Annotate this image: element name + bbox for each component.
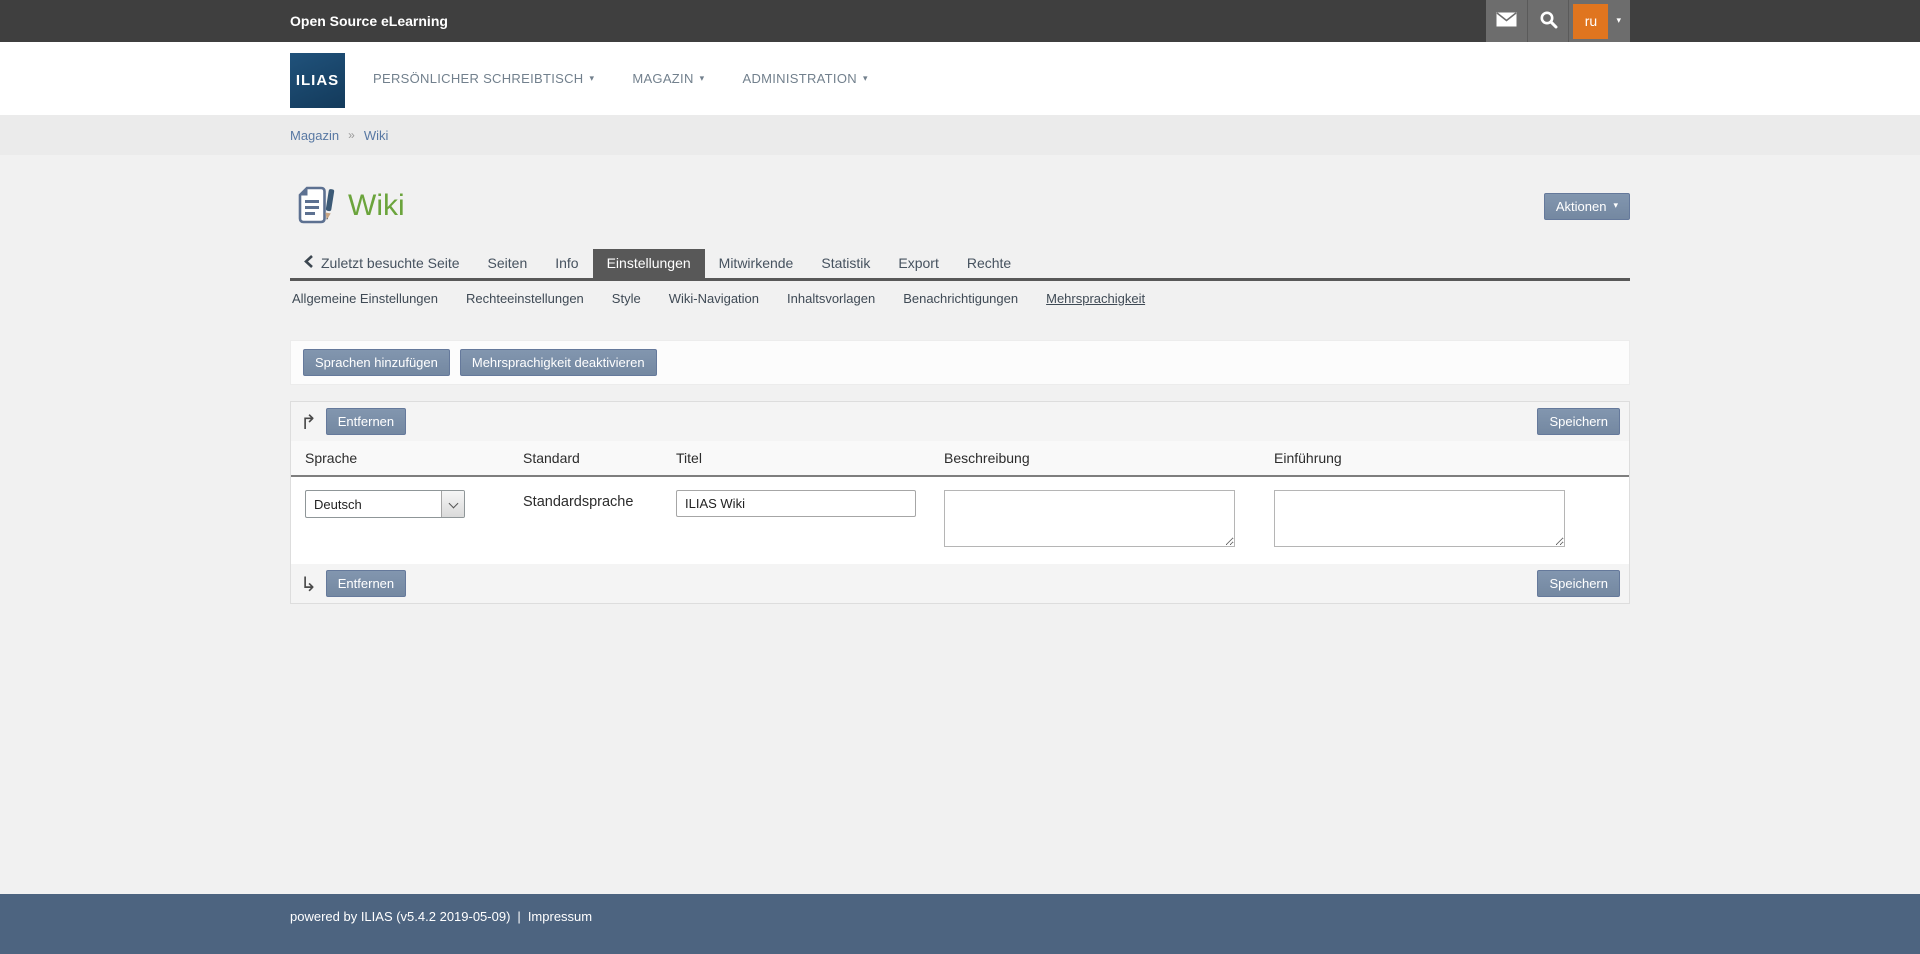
subtab-allgemeine-einstellungen[interactable]: Allgemeine Einstellungen (292, 291, 438, 306)
subtab-bar: Allgemeine Einstellungen Rechteeinstellu… (290, 281, 1630, 318)
ilias-logo[interactable]: ILIAS (290, 53, 345, 108)
column-header-beschreibung: Beschreibung (944, 450, 1274, 466)
chevron-down-icon: ▾ (863, 74, 868, 84)
toolbar: Sprachen hinzufügen Mehrsprachigkeit dea… (290, 340, 1630, 385)
search-button[interactable] (1527, 0, 1568, 42)
column-header-titel: Titel (676, 450, 944, 466)
page-title: Wiki (348, 189, 1544, 223)
tab-mitwirkende[interactable]: Mitwirkende (705, 249, 808, 278)
form-command-row-top: ↱ Entfernen Speichern (291, 402, 1629, 441)
chevron-down-icon: ▾ (1613, 201, 1618, 211)
tab-export[interactable]: Export (884, 249, 952, 278)
tab-label: Info (555, 255, 578, 271)
table-row: Deutsch Standardsprache (291, 477, 1629, 564)
mail-icon (1496, 12, 1517, 30)
save-button-top[interactable]: Speichern (1537, 408, 1620, 435)
breadcrumb-separator: » (348, 128, 355, 142)
chevron-down-icon: ▾ (1616, 16, 1621, 26)
tab-label: Seiten (488, 255, 528, 271)
mail-button[interactable] (1486, 0, 1527, 42)
nav-label: PERSÖNLICHER SCHREIBTISCH (373, 71, 583, 86)
breadcrumb-magazin[interactable]: Magazin (290, 128, 339, 143)
chevron-left-icon (304, 255, 313, 271)
powered-by-text: powered by ILIAS (v5.4.2 2019-05-09) (290, 909, 510, 924)
nav-personal-desktop[interactable]: PERSÖNLICHER SCHREIBTISCH ▾ (373, 71, 594, 86)
tab-label: Mitwirkende (719, 255, 794, 271)
subtab-benachrichtigungen[interactable]: Benachrichtigungen (903, 291, 1018, 306)
site-title: Open Source eLearning (290, 13, 448, 29)
tab-label: Statistik (821, 255, 870, 271)
save-button-bottom[interactable]: Speichern (1537, 570, 1620, 597)
tab-rechte[interactable]: Rechte (953, 249, 1025, 278)
wiki-icon (290, 183, 336, 229)
introduction-textarea[interactable] (1274, 490, 1565, 547)
table-header-row: Sprache Standard Titel Beschreibung Einf… (291, 441, 1629, 477)
search-icon (1539, 10, 1558, 32)
breadcrumb-wiki[interactable]: Wiki (364, 128, 389, 143)
tab-label: Einstellungen (607, 255, 691, 271)
tab-bar: Zuletzt besuchte Seite Seiten Info Einst… (290, 249, 1630, 281)
topbar-icon-group: ru ▾ (1486, 0, 1630, 42)
nav-label: ADMINISTRATION (742, 71, 856, 86)
breadcrumb-bar: Magazin » Wiki (0, 115, 1920, 155)
form-command-row-bottom: ↳ Entfernen Speichern (291, 564, 1629, 603)
user-avatar: ru (1573, 4, 1608, 39)
tab-label: Export (898, 255, 938, 271)
tab-statistik[interactable]: Statistik (807, 249, 884, 278)
description-textarea[interactable] (944, 490, 1235, 547)
deactivate-multilingualism-button[interactable]: Mehrsprachigkeit deaktivieren (460, 349, 657, 376)
impressum-link[interactable]: Impressum (528, 909, 592, 924)
page-title-row: Wiki Aktionen ▾ (290, 183, 1630, 229)
column-header-sprache: Sprache (305, 450, 523, 466)
page-footer: powered by ILIAS (v5.4.2 2019-05-09) | I… (0, 894, 1920, 954)
main-navigation: PERSÖNLICHER SCHREIBTISCH ▾ MAGAZIN ▾ AD… (373, 71, 868, 86)
site-header: ILIAS PERSÖNLICHER SCHREIBTISCH ▾ MAGAZI… (0, 42, 1920, 115)
breadcrumb: Magazin » Wiki (290, 115, 1630, 155)
subtab-mehrsprachigkeit[interactable]: Mehrsprachigkeit (1046, 291, 1145, 306)
tab-label: Rechte (967, 255, 1011, 271)
aktionen-button[interactable]: Aktionen ▾ (1544, 193, 1630, 220)
remove-button-bottom[interactable]: Entfernen (326, 570, 406, 597)
footer-separator: | (517, 909, 520, 924)
nav-label: MAGAZIN (632, 71, 693, 86)
language-select-wrap: Deutsch (305, 490, 465, 518)
chevron-down-icon: ▾ (589, 74, 594, 84)
language-select[interactable]: Deutsch (305, 490, 465, 518)
main-content: Wiki Aktionen ▾ Zuletzt besuchte Seite S… (0, 155, 1920, 894)
chevron-down-icon: ▾ (700, 74, 705, 84)
standard-language-label: Standardsprache (523, 490, 676, 510)
tab-einstellungen[interactable]: Einstellungen (593, 249, 705, 278)
title-input[interactable] (676, 490, 916, 517)
subtab-style[interactable]: Style (612, 291, 641, 306)
tab-label: Zuletzt besuchte Seite (321, 255, 460, 271)
apply-up-arrow-icon: ↱ (300, 412, 317, 432)
add-languages-button[interactable]: Sprachen hinzufügen (303, 349, 450, 376)
aktionen-label: Aktionen (1556, 199, 1607, 214)
nav-magazin[interactable]: MAGAZIN ▾ (632, 71, 704, 86)
column-header-standard: Standard (523, 450, 676, 466)
apply-down-arrow-icon: ↳ (300, 574, 317, 594)
tab-zuletzt-besuchte-seite[interactable]: Zuletzt besuchte Seite (290, 249, 474, 278)
nav-administration[interactable]: ADMINISTRATION ▾ (742, 71, 867, 86)
user-menu-button[interactable]: ru ▾ (1568, 0, 1630, 42)
tab-seiten[interactable]: Seiten (474, 249, 542, 278)
top-bar: Open Source eLearning ru ▾ (0, 0, 1920, 42)
subtab-inhaltsvorlagen[interactable]: Inhaltsvorlagen (787, 291, 875, 306)
remove-button-top[interactable]: Entfernen (326, 408, 406, 435)
tab-info[interactable]: Info (541, 249, 592, 278)
subtab-wiki-navigation[interactable]: Wiki-Navigation (669, 291, 759, 306)
languages-form: ↱ Entfernen Speichern Sprache Standard T… (290, 401, 1630, 604)
subtab-rechteeinstellungen[interactable]: Rechteeinstellungen (466, 291, 584, 306)
column-header-einfuehrung: Einführung (1274, 450, 1604, 466)
